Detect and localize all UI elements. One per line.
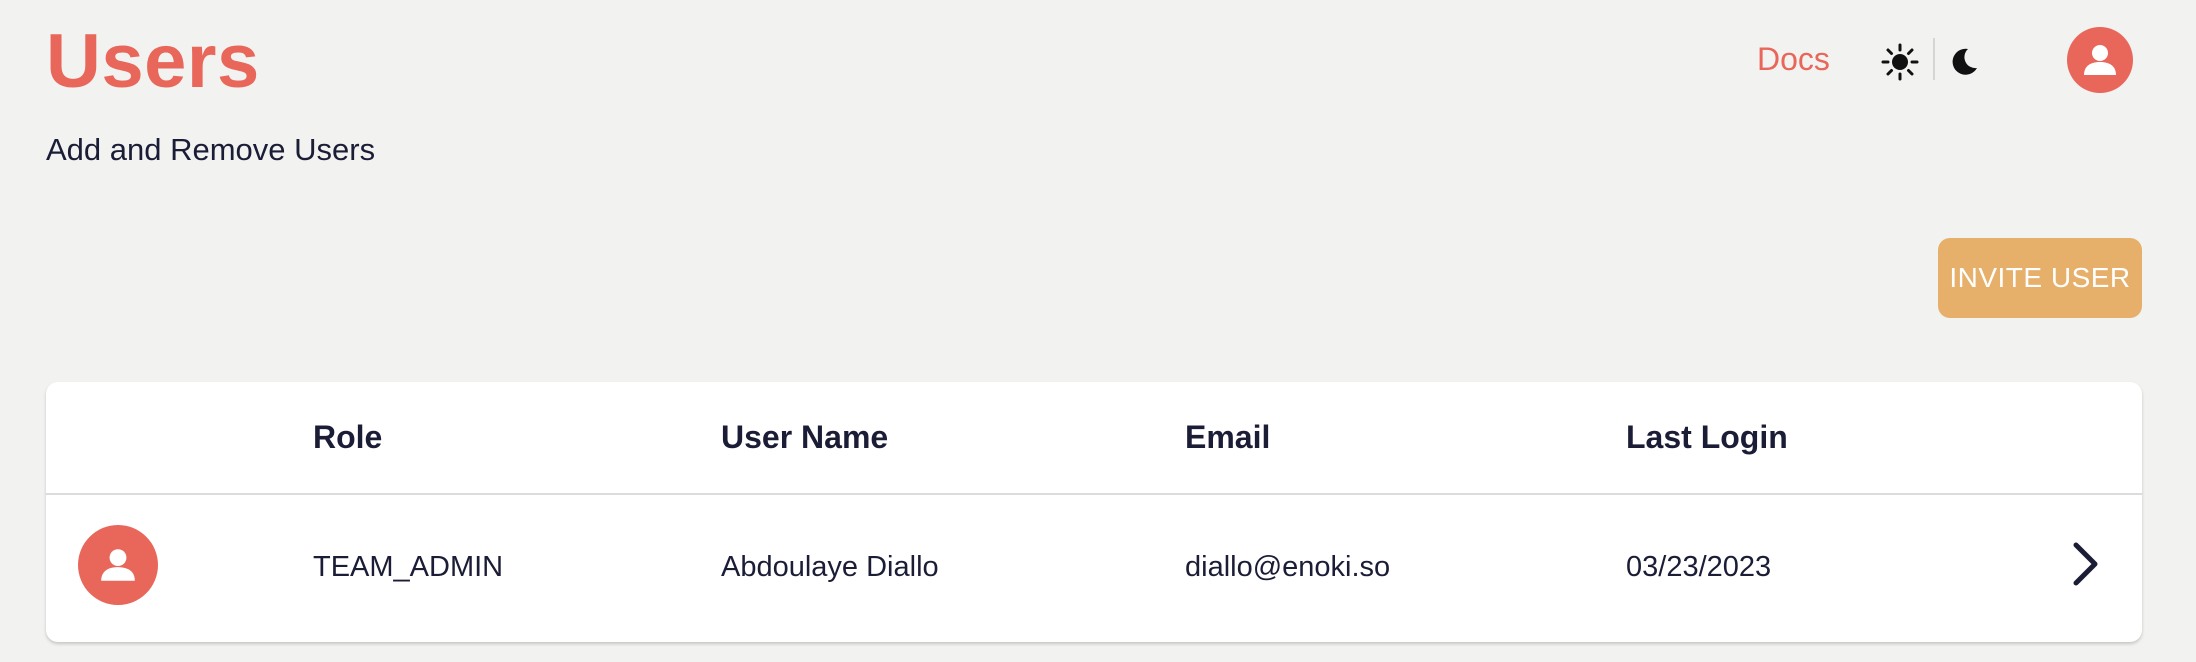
table-header: Role User Name Email Last Login (46, 382, 2142, 495)
column-header-last-login[interactable]: Last Login (1626, 415, 1788, 459)
column-header-email[interactable]: Email (1185, 415, 1270, 459)
user-avatar (78, 525, 158, 605)
users-page: Users Add and Remove Users Docs INVITE U… (0, 0, 2196, 662)
cell-email: diallo@enoki.so (1185, 551, 1391, 583)
sun-icon[interactable] (1880, 42, 1920, 82)
users-table: Role User Name Email Last Login TEAM_ADM… (46, 382, 2142, 642)
moon-icon[interactable] (1946, 44, 1982, 80)
docs-link[interactable]: Docs (1757, 38, 1830, 80)
page-subtitle: Add and Remove Users (46, 132, 376, 167)
cell-role: TEAM_ADMIN (313, 551, 504, 583)
cell-last-login: 03/23/2023 (1626, 551, 1772, 583)
cell-user-name: Abdoulaye Diallo (721, 551, 939, 583)
invite-user-button[interactable]: INVITE USER (1938, 238, 2142, 318)
chevron-right-icon[interactable] (2066, 539, 2106, 589)
column-header-user-name[interactable]: User Name (721, 415, 888, 459)
table-row[interactable]: TEAM_ADMIN Abdoulaye Diallo diallo@enoki… (46, 495, 2142, 642)
theme-switch (1880, 36, 1990, 82)
person-icon (2084, 45, 2116, 75)
page-title: Users (46, 19, 260, 104)
column-header-role[interactable]: Role (313, 415, 382, 459)
account-avatar[interactable] (2067, 27, 2133, 93)
person-icon (101, 549, 135, 581)
theme-divider (1933, 38, 1935, 80)
